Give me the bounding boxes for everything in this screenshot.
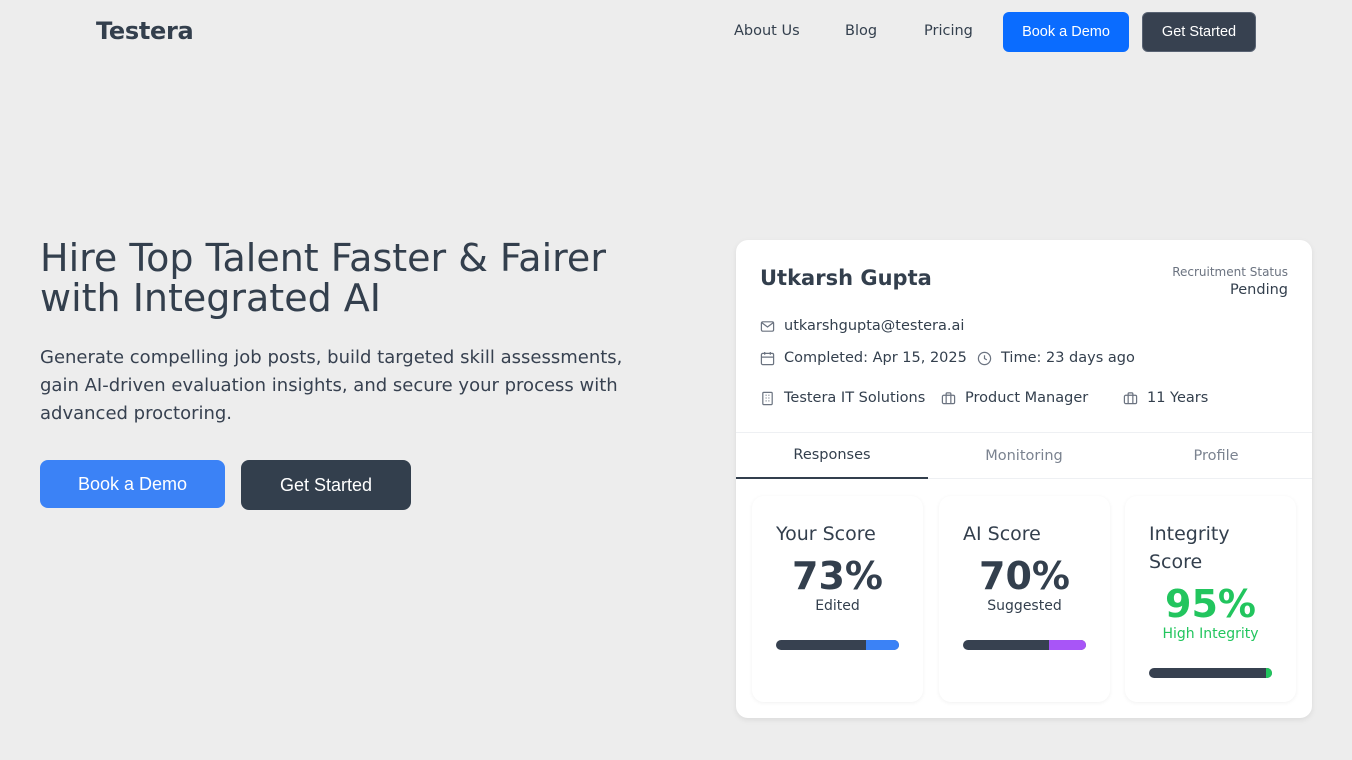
score-subtitle: Suggested <box>987 598 1062 614</box>
score-progress-bar <box>963 640 1086 650</box>
logo[interactable]: Testera <box>96 17 194 45</box>
tab-monitoring[interactable]: Monitoring <box>928 433 1120 479</box>
completed-info: Completed: Apr 15, 2025 <box>760 350 967 366</box>
nav-get-started-button[interactable]: Get Started <box>1142 12 1256 52</box>
time-info: Time: 23 days ago <box>977 350 1135 366</box>
your-score-card: Your Score 73% Edited <box>752 496 923 702</box>
score-title: Integrity Score <box>1149 523 1230 573</box>
score-subtitle: High Integrity <box>1162 626 1259 642</box>
score-progress-fill <box>1049 640 1086 650</box>
experience-years: 11 Years <box>1147 390 1209 406</box>
tab-responses[interactable]: Responses <box>736 433 928 479</box>
nav-link-about-us[interactable]: About Us <box>734 23 800 39</box>
time-ago: Time: 23 days ago <box>1001 350 1135 366</box>
candidate-email: utkarshgupta@testera.ai <box>784 318 965 334</box>
building-icon <box>762 391 773 405</box>
score-value: 73% <box>792 554 883 598</box>
hero-get-started-button[interactable]: Get Started <box>241 460 411 510</box>
role-info: Product Manager <box>941 390 1088 406</box>
candidate-card: Utkarsh Gupta Recruitment Status Pending… <box>736 240 1312 718</box>
score-title: AI Score <box>963 523 1041 545</box>
completed-date: Completed: Apr 15, 2025 <box>784 350 967 366</box>
briefcase-icon <box>941 391 956 404</box>
score-value: 70% <box>979 554 1070 598</box>
ai-score-card: AI Score 70% Suggested <box>939 496 1110 702</box>
calendar-icon <box>760 351 775 365</box>
score-progress-bar <box>776 640 899 650</box>
score-subtitle: Edited <box>815 598 860 614</box>
nav-link-blog[interactable]: Blog <box>845 23 877 39</box>
nav-link-pricing[interactable]: Pricing <box>924 23 973 39</box>
tab-profile[interactable]: Profile <box>1120 433 1312 479</box>
card-tabs: Responses Monitoring Profile <box>736 433 1312 479</box>
clock-icon <box>977 351 992 365</box>
nav-book-demo-button[interactable]: Book a Demo <box>1003 12 1129 52</box>
score-progress-fill <box>865 640 899 650</box>
score-progress-bar <box>1149 668 1272 678</box>
top-navbar: Testera About Us Blog Pricing Book a Dem… <box>0 0 1352 64</box>
briefcase-icon <box>1123 391 1138 404</box>
recruitment-status-label: Recruitment Status <box>1172 265 1288 279</box>
score-title: Your Score <box>776 523 876 545</box>
company-info: Testera IT Solutions <box>760 390 925 406</box>
mail-icon <box>760 320 775 332</box>
email-info: utkarshgupta@testera.ai <box>760 318 964 334</box>
company-name: Testera IT Solutions <box>784 390 926 406</box>
role-name: Product Manager <box>965 390 1089 406</box>
hero-title: Hire Top Talent Faster & Fairer with Int… <box>40 236 606 320</box>
score-progress-fill <box>1265 668 1272 678</box>
recruitment-status-value: Pending <box>1230 282 1288 298</box>
candidate-name: Utkarsh Gupta <box>760 266 932 290</box>
integrity-score-card: Integrity Score 95% High Integrity <box>1125 496 1296 702</box>
experience-info: 11 Years <box>1123 390 1208 406</box>
hero-subtitle: Generate compelling job posts, build tar… <box>40 347 623 424</box>
score-value: 95% <box>1165 582 1256 626</box>
hero-book-demo-button[interactable]: Book a Demo <box>40 460 225 508</box>
